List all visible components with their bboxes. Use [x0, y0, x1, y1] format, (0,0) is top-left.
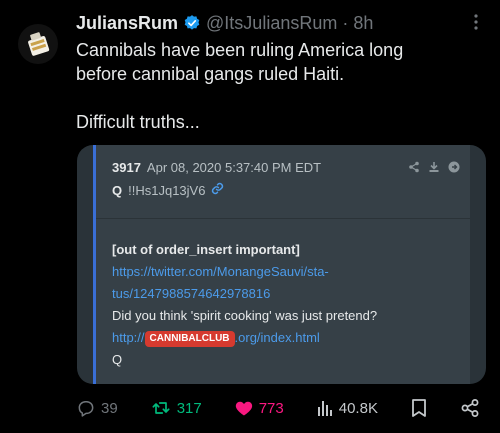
verified-badge-icon	[183, 14, 201, 32]
retweet-button[interactable]: 317	[150, 398, 202, 418]
bookmark-icon	[412, 399, 426, 417]
bookmark-button[interactable]	[410, 398, 428, 418]
heart-icon	[235, 401, 252, 416]
quoted-post: 3917 Apr 08, 2020 5:37:40 PM EDT Q !!Hs1…	[93, 145, 470, 384]
views-button[interactable]: 40.8K	[316, 399, 378, 417]
url-prefix: http://	[112, 330, 145, 345]
retweet-count: 317	[176, 399, 202, 417]
link-icon	[211, 182, 224, 198]
url-suffix: .org/index.html	[234, 330, 320, 345]
download-icon	[428, 160, 440, 178]
post-link-line: tus/1247988574642978816	[112, 286, 271, 301]
tweet-header: JuliansRum @ItsJuliansRum · 8h	[76, 11, 460, 35]
tweet-line: Cannibals have been ruling America long	[76, 40, 404, 60]
post-date: Apr 08, 2020 5:37:40 PM EDT	[146, 160, 322, 175]
attached-image[interactable]: 3917 Apr 08, 2020 5:37:40 PM EDT Q !!Hs1…	[77, 145, 486, 384]
post-link-line: https://twitter.com/MonangeSauvi/sta-	[112, 264, 329, 279]
post-heading: [out of order_insert important]	[112, 242, 300, 257]
url-redaction-tag: CANNIBALCLUB	[144, 330, 235, 347]
like-count: 773	[258, 399, 284, 417]
reply-icon	[78, 401, 94, 417]
avatar-image	[18, 24, 58, 64]
post-divider	[96, 218, 470, 219]
arrow-circle-icon	[448, 160, 460, 178]
post-number: 3917	[112, 160, 141, 175]
separator-dot: ·	[342, 12, 349, 33]
retweet-icon	[152, 402, 170, 414]
author-name[interactable]: JuliansRum	[76, 13, 178, 34]
post-signature: Q	[112, 352, 123, 367]
post-body: [out of order_insert important] https://…	[112, 239, 458, 371]
tweet-text: Cannibals have been ruling America long …	[76, 38, 476, 134]
post-header: 3917 Apr 08, 2020 5:37:40 PM EDT	[112, 160, 321, 175]
avatar[interactable]	[18, 24, 58, 64]
reply-button[interactable]: 39	[76, 398, 118, 418]
share-icon	[408, 160, 420, 178]
view-count: 40.8K	[338, 399, 378, 417]
like-button[interactable]: 773	[234, 398, 284, 418]
post-url: http://CANNIBALCLUB .org/index.html	[112, 327, 458, 349]
timestamp[interactable]: 8h	[353, 13, 373, 34]
tweet-line: Difficult truths...	[76, 112, 200, 132]
author-handle[interactable]: @ItsJuliansRum	[206, 13, 337, 34]
tweet-line: before cannibal gangs ruled Haiti.	[76, 64, 345, 84]
post-icons	[408, 160, 460, 178]
action-bar: 39 317 773 40.8K	[76, 396, 480, 420]
reply-count: 39	[101, 399, 118, 417]
tripcode: !!Hs1Jq13jV6	[128, 182, 206, 198]
share-button[interactable]	[460, 398, 480, 418]
post-author: Q !!Hs1Jq13jV6	[112, 182, 224, 198]
post-question: Did you think 'spirit cooking' was just …	[112, 308, 378, 323]
more-options-icon[interactable]	[466, 12, 486, 32]
views-bar-chart-icon	[317, 401, 332, 416]
post-author-q: Q	[112, 182, 123, 198]
share-icon	[461, 399, 479, 417]
